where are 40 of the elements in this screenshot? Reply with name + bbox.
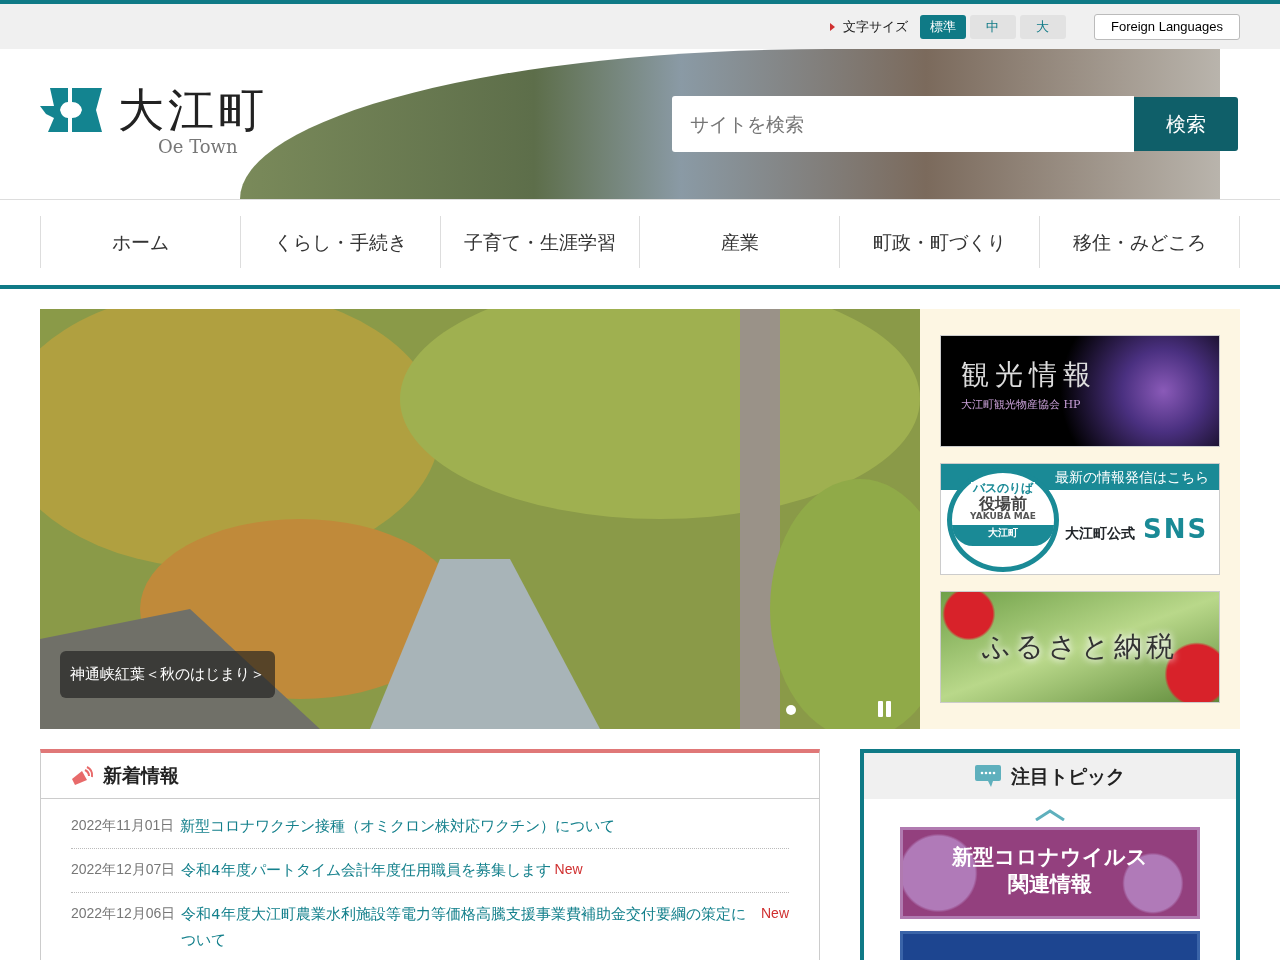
triangle-icon	[829, 22, 835, 31]
slide-dot[interactable]	[786, 705, 796, 715]
news-link[interactable]: 新型コロナワクチン接種（オミクロン株対応ワクチン）について	[180, 813, 616, 840]
banner-title: SNS	[1143, 513, 1209, 546]
banner-subtitle: 大江町観光物産協会 HP	[961, 396, 1082, 413]
banner-text: 新型コロナウイルス	[951, 844, 1149, 871]
new-label: New	[554, 859, 583, 879]
foreign-languages-button[interactable]: Foreign Languages	[1093, 13, 1240, 40]
font-size-button[interactable]: 標準	[919, 14, 966, 39]
sign-text: 大江町	[952, 524, 1054, 547]
font-size-button[interactable]: 中	[969, 14, 1016, 39]
news-link[interactable]: 令和4年度大江町農業水利施設等電力等価格高騰支援事業費補助金交付要綱の策定について	[181, 900, 757, 955]
search-field[interactable]: サイトを検索	[672, 96, 1134, 152]
banner-text: 関連情報	[1007, 871, 1093, 899]
nav-link[interactable]: 移住・みどころ	[1039, 216, 1240, 268]
news-date: 2022年12月06日	[71, 903, 176, 923]
section-title: 注目トピック	[1011, 763, 1125, 789]
font-size-button[interactable]: 大	[1019, 14, 1066, 39]
news-link[interactable]: 令和4年度パートタイム会計年度任用職員を募集します	[181, 856, 551, 884]
slide-caption: 神通峡紅葉＜秋のはじまり＞	[60, 651, 275, 698]
town-subtitle: Oe Town	[158, 135, 239, 159]
section-title: 新着情報	[103, 763, 179, 789]
font-size-label: 文字サイズ	[842, 17, 908, 36]
chat-bubble-icon	[975, 764, 1001, 788]
new-label: New	[761, 903, 789, 923]
banner-text: 大江町公式	[1065, 524, 1135, 543]
megaphone-icon	[71, 764, 95, 787]
town-name: 大江町	[118, 87, 268, 133]
sign-text: YAKUBA MAE	[969, 512, 1037, 522]
news-date: 2022年11月01日	[71, 816, 175, 835]
search-button[interactable]: 検索	[1134, 97, 1238, 151]
sign-text: 役場前	[978, 495, 1028, 513]
topic-banner[interactable]	[900, 931, 1200, 960]
town-emblem-icon	[40, 88, 102, 132]
banner-title: 観光情報	[961, 360, 1098, 391]
sign-text: バスのりば	[971, 482, 1035, 495]
corona-info-banner[interactable]: 新型コロナウイルス 関連情報	[900, 827, 1200, 919]
news-date: 2022年12月07日	[71, 859, 176, 879]
chevron-up-icon[interactable]	[1035, 809, 1065, 821]
banner-title: ふるさと納税	[982, 629, 1178, 665]
